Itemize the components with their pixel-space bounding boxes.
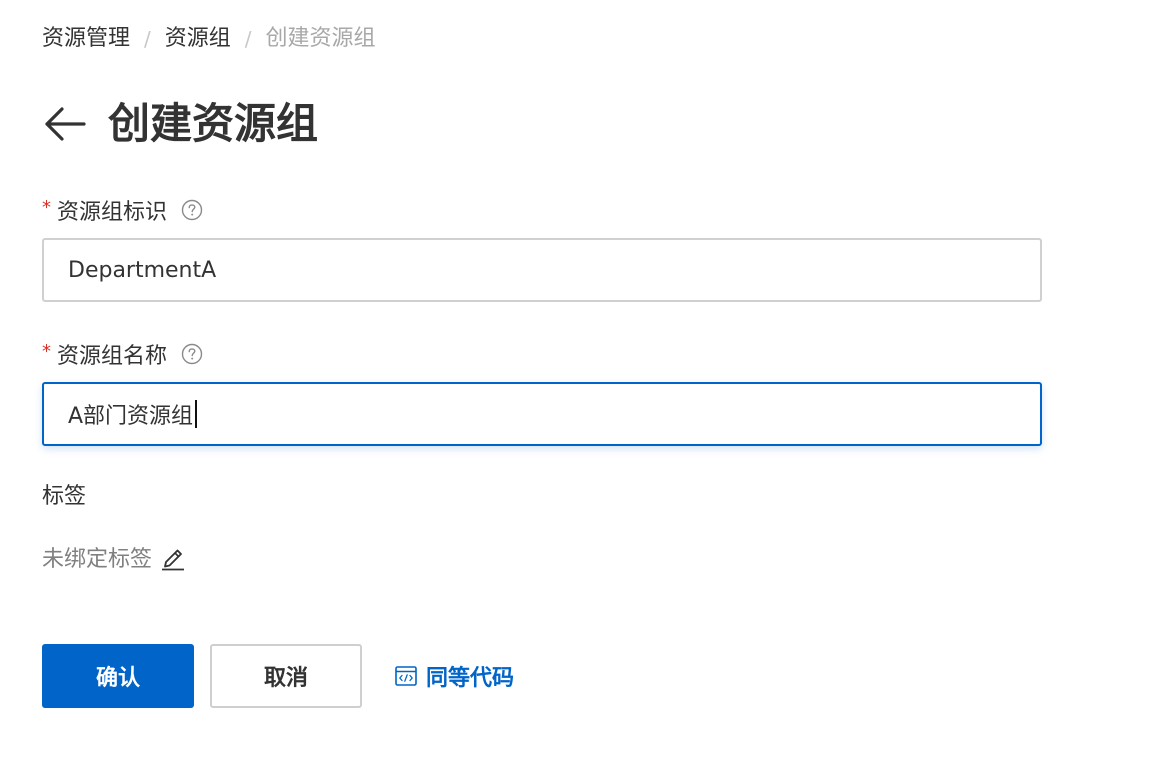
breadcrumb-separator: / bbox=[244, 27, 252, 51]
cancel-button[interactable]: 取消 bbox=[210, 644, 362, 708]
text-caret bbox=[195, 400, 198, 428]
code-window-icon bbox=[394, 664, 418, 688]
page-header: 创建资源组 bbox=[42, 94, 318, 154]
tags-value: 未绑定标签 bbox=[42, 547, 153, 572]
create-resource-group-page: 资源管理 / 资源组 / 创建资源组 创建资源组 * 资源组标识 Departm… bbox=[0, 0, 1150, 770]
name-input-value: A部门资源组 bbox=[68, 404, 194, 429]
breadcrumb-item-resource-management[interactable]: 资源管理 bbox=[42, 24, 130, 54]
question-circle-icon[interactable] bbox=[181, 199, 203, 221]
question-circle-icon[interactable] bbox=[181, 343, 203, 365]
identifier-input-value: DepartmentA bbox=[68, 257, 217, 283]
required-mark: * bbox=[42, 340, 51, 362]
breadcrumb-separator: / bbox=[144, 27, 151, 51]
breadcrumb-item-resource-group[interactable]: 资源组 bbox=[165, 24, 231, 54]
breadcrumb-item-create-resource-group: 创建资源组 bbox=[265, 26, 376, 51]
page-title: 创建资源组 bbox=[108, 99, 319, 148]
equivalent-code-link[interactable]: 同等代码 bbox=[394, 658, 514, 694]
name-label: 资源组名称 bbox=[57, 344, 168, 369]
breadcrumb: 资源管理 / 资源组 / 创建资源组 bbox=[42, 24, 376, 54]
confirm-button[interactable]: 确认 bbox=[42, 644, 194, 708]
required-mark: * bbox=[42, 196, 51, 218]
equivalent-code-label: 同等代码 bbox=[426, 666, 515, 691]
pencil-icon[interactable] bbox=[160, 543, 186, 571]
identifier-label-row: * 资源组标识 bbox=[42, 195, 203, 225]
identifier-label: 资源组标识 bbox=[57, 200, 168, 225]
tags-label: 标签 bbox=[42, 484, 87, 509]
identifier-input[interactable]: DepartmentA bbox=[42, 238, 1042, 302]
arrow-left-icon[interactable] bbox=[42, 101, 88, 147]
name-input[interactable]: A部门资源组 bbox=[42, 382, 1042, 446]
tags-row: 未绑定标签 bbox=[42, 541, 186, 573]
name-label-row: * 资源组名称 bbox=[42, 339, 203, 369]
